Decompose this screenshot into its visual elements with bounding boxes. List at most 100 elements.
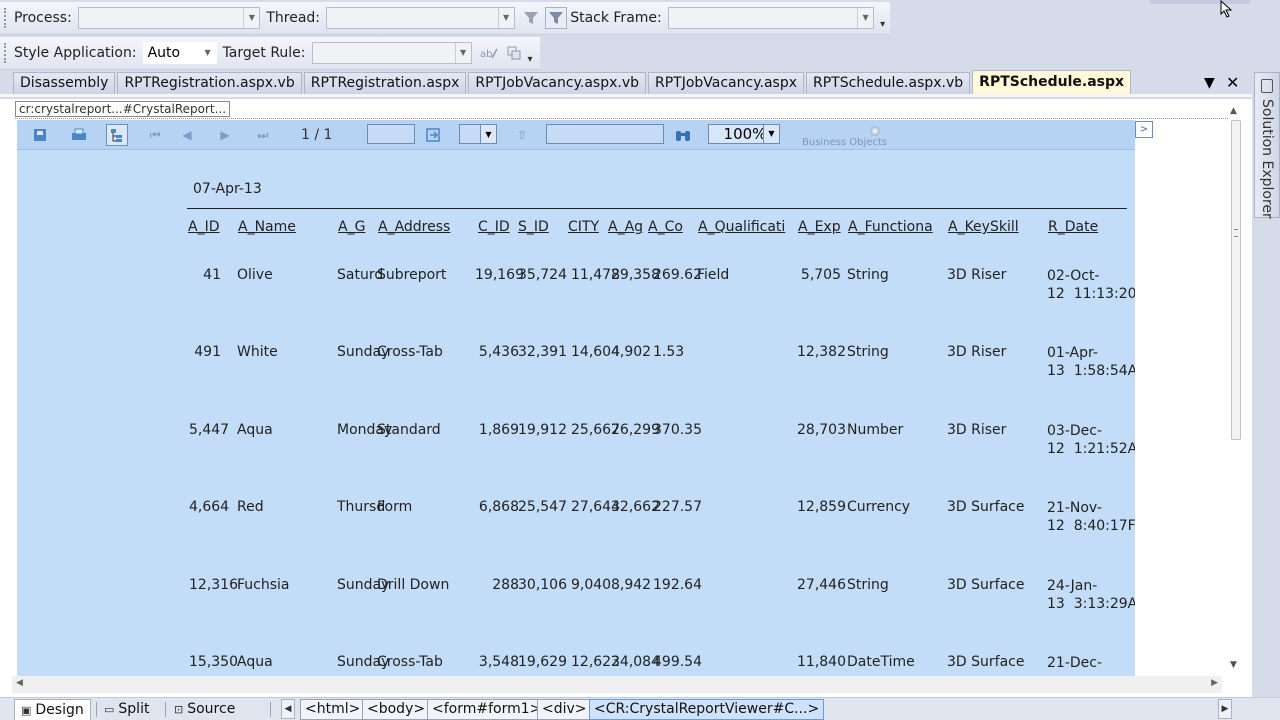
target-rule-combo[interactable]: ▼ [311, 42, 472, 64]
scroll-right-icon[interactable]: ▶ [1211, 678, 1218, 688]
chevron-down-icon: ▼ [204, 48, 211, 57]
binoculars-search-icon[interactable] [672, 124, 694, 146]
column-header: A_Functiona [848, 219, 933, 235]
scroll-thumb[interactable] [1231, 120, 1241, 440]
tab-rptregistration-aspx[interactable]: RPTRegistration.aspx [303, 72, 467, 94]
design-view-button[interactable]: ▣ Design [14, 699, 91, 720]
vertical-scrollbar[interactable]: ▲ ▼ [1228, 100, 1244, 672]
goto-page-icon[interactable] [422, 124, 444, 146]
column-header: A_KeySkill [948, 219, 1019, 235]
tab-rptregistration-aspx-vb[interactable]: RPTRegistration.aspx.vb [117, 72, 302, 94]
export-icon[interactable] [29, 124, 51, 146]
report-cell-c-id: 288 [492, 576, 519, 593]
report-cell-a-name: White [237, 344, 278, 361]
tab-dropdown-icon[interactable]: ▼ [1204, 75, 1215, 91]
report-cell-s-id: 35,724 [518, 267, 567, 283]
goto-page-input[interactable] [367, 124, 415, 144]
column-header: A_Ag [608, 219, 644, 235]
report-cell-a-address: Subreport [377, 267, 447, 283]
tag-selector-3[interactable]: <div> [537, 699, 592, 720]
report-cell-a-id: 491 [194, 344, 221, 361]
tag-selector-2[interactable]: <form#form1> [427, 699, 547, 720]
tab-rptjobvacancy-aspx-vb[interactable]: RPTJobVacancy.aspx.vb [468, 72, 646, 94]
panel-pin-icon[interactable] [1261, 79, 1273, 93]
source-view-button[interactable]: ⊡ Source [168, 699, 241, 720]
column-header: A_Co [648, 219, 683, 235]
business-objects-logo: Business Objects [802, 126, 897, 148]
close-tab-icon[interactable]: ✕ [1226, 73, 1239, 92]
report-cell-a-name: Aqua [237, 654, 273, 670]
report-cell-a-func: Number [847, 421, 904, 438]
solution-explorer-collapsed-panel[interactable]: Solution Explorer [1254, 72, 1280, 219]
crystal-report-viewer[interactable]: ⏮ ◀ ▶ ⏭ 1 / 1 ▼ ⇧ 100% ▼ Business Objects… [17, 120, 1135, 677]
report-cell-a-exp: 11,840 [797, 654, 846, 670]
column-header: A_G [338, 219, 366, 235]
tag-scroll-left-icon[interactable]: ◀ [281, 699, 295, 719]
last-page-icon[interactable]: ⏭ [252, 124, 274, 146]
report-cell-a-skill: 3D Riser [947, 267, 1007, 283]
toolbar-overflow-icon[interactable]: ▾ [528, 54, 538, 65]
page-indicator: 1 / 1 [301, 127, 333, 143]
report-cell-s-id: 30,106 [518, 576, 567, 593]
stack-frame-label: Stack Frame: [570, 10, 662, 26]
drill-up-icon[interactable]: ⇧ [511, 124, 533, 146]
group-select[interactable]: ▼ [459, 124, 497, 144]
report-cell-s-id: 25,547 [518, 499, 567, 516]
process-combo[interactable]: ▼ [77, 7, 261, 29]
print-icon[interactable] [68, 124, 90, 146]
report-cell-a-co: 1.53 [653, 344, 685, 361]
next-page-icon[interactable]: ▶ [214, 124, 236, 146]
stack-frame-combo[interactable]: ▼ [667, 7, 875, 29]
report-cell-a-co: 192.64 [653, 576, 702, 593]
toolbar-grip[interactable] [4, 8, 10, 28]
previous-page-icon[interactable]: ◀ [176, 124, 198, 146]
horizontal-scrollbar[interactable]: ◀ ▶ [12, 676, 1222, 693]
zoom-select[interactable]: 100% ▼ [708, 124, 780, 144]
report-cell-a-ag: 8,942 [611, 576, 652, 593]
split-view-button[interactable]: ▭ Split [98, 699, 155, 720]
chevron-down-icon: ▼ [857, 8, 873, 28]
report-cell-a-id: 15,350 [189, 654, 238, 670]
report-cell-a-skill: 3D Surface [947, 576, 1025, 593]
header-rule [187, 208, 1127, 209]
report-cell-a-exp: 5,705 [800, 267, 841, 283]
tag-selector-0[interactable]: <html> [300, 699, 366, 720]
report-cell-a-func: Currency [847, 499, 911, 516]
collapse-panel-icon[interactable]: > [1135, 121, 1153, 138]
tag-scroll-right-icon[interactable]: ▶ [1218, 699, 1232, 719]
toggle-group-tree-icon[interactable] [106, 124, 128, 146]
toolbar-overflow-icon[interactable]: ▾ [880, 19, 890, 30]
search-text-input[interactable] [546, 124, 664, 144]
report-cell-a-name: Olive [237, 267, 273, 283]
report-cell-r-date: 01-Apr- 13 1:58:54A [1047, 345, 1135, 380]
tab-rptjobvacancy-aspx[interactable]: RPTJobVacancy.aspx [647, 72, 804, 94]
report-cell-a-name: Fuchsia [237, 576, 290, 593]
chevron-down-icon: ▼ [454, 43, 471, 63]
show-flagged-threads-icon[interactable] [545, 7, 568, 29]
report-cell-s-id: 19,629 [518, 654, 567, 670]
thread-combo[interactable]: ▼ [326, 7, 515, 29]
toolbar-grip[interactable] [4, 43, 10, 63]
tab-rptschedule-aspx-vb[interactable]: RPTSchedule.aspx.vb [806, 72, 971, 94]
report-cell-a-co: 499.54 [653, 654, 702, 670]
scroll-down-icon[interactable]: ▼ [1230, 660, 1237, 670]
apply-style-icon[interactable]: ab [478, 42, 500, 64]
report-cell-r-date: 21-Dec- [1047, 655, 1103, 671]
first-page-icon[interactable]: ⏮ [144, 124, 166, 146]
report-cell-c-id: 3,548 [478, 654, 519, 670]
tab-rptschedule-aspx[interactable]: RPTSchedule.aspx [972, 70, 1132, 94]
tag-selector-1[interactable]: <body> [362, 699, 431, 720]
report-cell-a-co: 370.35 [653, 421, 702, 438]
view-and-tag-bar: ▣ Design ▭ Split ⊡ Source ◀ <html> <body> <fo… [0, 697, 1280, 720]
style-application-value: Auto [147, 45, 181, 61]
column-header: R_Date [1048, 219, 1099, 235]
debug-location-toolbar: Process: ▼ Thread: ▼ Stack Frame: ▼ ▾ [0, 2, 890, 35]
style-application-combo[interactable]: Auto ▼ [142, 42, 217, 64]
tag-selector-4[interactable]: <CR:CrystalReportViewer#C...> [589, 699, 825, 720]
toggle-thread-flag-icon[interactable] [521, 7, 543, 29]
tab-disassembly[interactable]: Disassembly [13, 72, 116, 94]
scroll-left-icon[interactable]: ◀ [16, 678, 23, 688]
selected-element-tag[interactable]: cr:crystalreport...#CrystalReport... [15, 101, 231, 117]
copy-style-icon[interactable] [503, 42, 525, 64]
scroll-up-icon[interactable]: ▲ [1230, 106, 1237, 116]
